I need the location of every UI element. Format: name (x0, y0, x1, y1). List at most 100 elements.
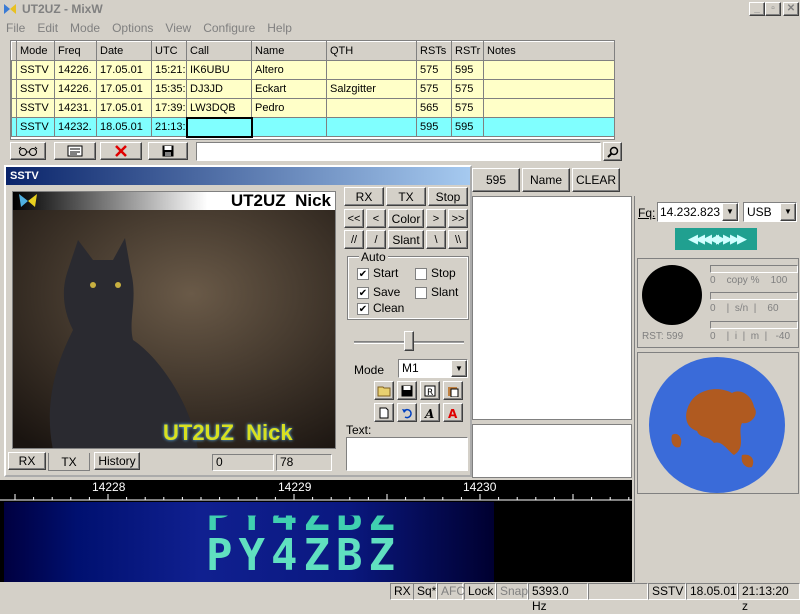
tune-arrows-button[interactable]: ◀◀◀◀▶▶▶▶ (675, 228, 757, 250)
maximize-button[interactable]: ▫ (765, 2, 781, 16)
auto-clean-checkbox[interactable]: ✔ Clean (357, 301, 404, 316)
text-color-button[interactable]: A (443, 403, 463, 422)
frequency-input[interactable]: 14.232.823 ▼ (657, 202, 739, 222)
tick-label-14230: 14230 (463, 480, 497, 494)
col-date[interactable]: Date (96, 41, 152, 61)
menu-configure[interactable]: Configure (197, 19, 261, 37)
paste-button[interactable] (443, 381, 463, 400)
log-search-input[interactable] (196, 142, 601, 161)
tab-tx[interactable]: TX (48, 453, 90, 471)
status-audio-freq: 5393.0 Hz (528, 583, 588, 613)
imd-meter (710, 321, 798, 329)
status-snap[interactable]: Snap (496, 583, 528, 600)
rst-send-button[interactable]: 595 (472, 168, 520, 192)
log-table: Mode Freq Date UTC Call Name QTH RSTs RS… (11, 41, 621, 138)
prev-fast-button[interactable]: << (344, 209, 364, 228)
status-squelch[interactable]: Sq* (413, 583, 437, 600)
log-scrollbar[interactable] (614, 40, 622, 140)
tab-rx[interactable]: RX (8, 452, 46, 470)
col-freq[interactable]: Freq (54, 41, 97, 61)
status-rx[interactable]: RX (390, 583, 414, 600)
folder-icon (377, 386, 391, 396)
image-overlay-text: UT2UZ Nick (163, 420, 293, 445)
prev-button[interactable]: < (366, 209, 386, 228)
auto-save-checkbox[interactable]: ✔ Save (357, 285, 400, 300)
clear-button[interactable]: CLEAR (572, 168, 620, 192)
menu-help[interactable]: Help (261, 19, 298, 37)
edit-record-button[interactable] (54, 142, 96, 160)
waterfall-panel[interactable]: 14228 14229 14230 PY4ZBZ PY4ZBZ (0, 480, 632, 582)
minimize-button[interactable]: _ (749, 2, 765, 16)
table-row[interactable]: SSTV 14231. 17.05.01 17:39: LW3DQB Pedro 565 57… (11, 98, 621, 118)
slant-left-button[interactable]: / (366, 230, 386, 249)
col-rstr[interactable]: RSTr (451, 41, 484, 61)
search-button[interactable] (603, 142, 622, 161)
slant-left-fast-button[interactable]: // (344, 230, 364, 249)
table-row[interactable]: SSTV 14226. 17.05.01 15:35: DJ3JD Eckart Salzg… (11, 79, 621, 99)
auto-slant-checkbox[interactable]: Slant (415, 285, 458, 300)
slant-button[interactable]: Slant (388, 230, 424, 249)
new-text-button[interactable] (374, 403, 394, 422)
menu-options[interactable]: Options (106, 19, 159, 37)
mode-select[interactable]: M1 ▼ (398, 359, 468, 378)
menu-view[interactable]: View (159, 19, 197, 37)
chevron-down-icon: ▼ (722, 203, 738, 221)
delete-x-icon (115, 145, 127, 157)
col-utc[interactable]: UTC (151, 41, 187, 61)
text-label: Text: (346, 423, 372, 437)
call-input-cell[interactable] (185, 116, 253, 138)
report-icon: R (424, 385, 436, 397)
svg-text:A: A (424, 407, 434, 419)
report-button[interactable]: R (420, 381, 440, 400)
table-row-current[interactable]: SSTV 14232. 18.05.01 21:13: 595 595 (11, 116, 621, 138)
slant-right-fast-button[interactable]: \\ (448, 230, 468, 249)
receive-text-area[interactable] (472, 196, 632, 420)
status-date: 18.05.01 (686, 583, 738, 600)
status-lock[interactable]: Lock (464, 583, 496, 600)
slant-right-button[interactable]: \ (426, 230, 446, 249)
menu-bar: File Edit Mode Options View Configure Help (0, 19, 800, 37)
world-map-panel[interactable] (637, 352, 799, 494)
status-afc[interactable]: AFC (437, 583, 465, 600)
font-button[interactable]: A (420, 403, 440, 422)
sstv-tx-button[interactable]: TX (386, 187, 426, 206)
color-button[interactable]: Color (388, 209, 424, 228)
frequency-label: Fq: (638, 206, 656, 220)
undo-button[interactable] (397, 403, 417, 422)
menu-mode[interactable]: Mode (64, 19, 106, 37)
sstv-stop-button[interactable]: Stop (428, 187, 468, 206)
glasses-button[interactable] (10, 142, 46, 160)
close-button[interactable]: ✕ (783, 2, 799, 16)
transmit-text-area[interactable] (472, 424, 632, 478)
sideband-select[interactable]: USB ▼ (743, 202, 797, 222)
menu-file[interactable]: File (0, 19, 31, 37)
slider-thumb[interactable] (404, 331, 414, 351)
speed-slider[interactable] (354, 327, 464, 355)
sstv-title-bar[interactable]: SSTV (6, 167, 470, 185)
overlay-text-input[interactable] (346, 437, 468, 471)
auto-start-checkbox[interactable]: ✔ Start (357, 266, 398, 281)
auto-stop-checkbox[interactable]: Stop (415, 266, 456, 281)
col-notes[interactable]: Notes (483, 41, 621, 61)
counter-field-2: 78 (276, 454, 332, 471)
next-button[interactable]: > (426, 209, 446, 228)
col-rsts[interactable]: RSTs (416, 41, 452, 61)
name-button[interactable]: Name (522, 168, 570, 192)
col-qth[interactable]: QTH (326, 41, 417, 61)
sstv-rx-button[interactable]: RX (344, 187, 384, 206)
col-mode[interactable]: Mode (16, 41, 55, 61)
save-record-button[interactable] (148, 142, 188, 160)
delete-button[interactable] (100, 142, 142, 160)
tab-history[interactable]: History (94, 452, 140, 470)
status-time: 21:13:20 z (738, 583, 800, 613)
table-row[interactable]: SSTV 14226. 17.05.01 15:21: IK6UBU Altero 575 5… (11, 60, 621, 80)
col-name[interactable]: Name (251, 41, 327, 61)
next-fast-button[interactable]: >> (448, 209, 468, 228)
menu-edit[interactable]: Edit (31, 19, 64, 37)
status-mode[interactable]: SSTV (648, 583, 686, 600)
sstv-window: SSTV UT2UZ Nick UT2UZ Nick RX TX Stop <<… (4, 165, 472, 477)
col-call[interactable]: Call (186, 41, 252, 61)
open-folder-button[interactable] (374, 381, 394, 400)
app-logo-icon (3, 2, 17, 16)
save-image-button[interactable] (397, 381, 417, 400)
